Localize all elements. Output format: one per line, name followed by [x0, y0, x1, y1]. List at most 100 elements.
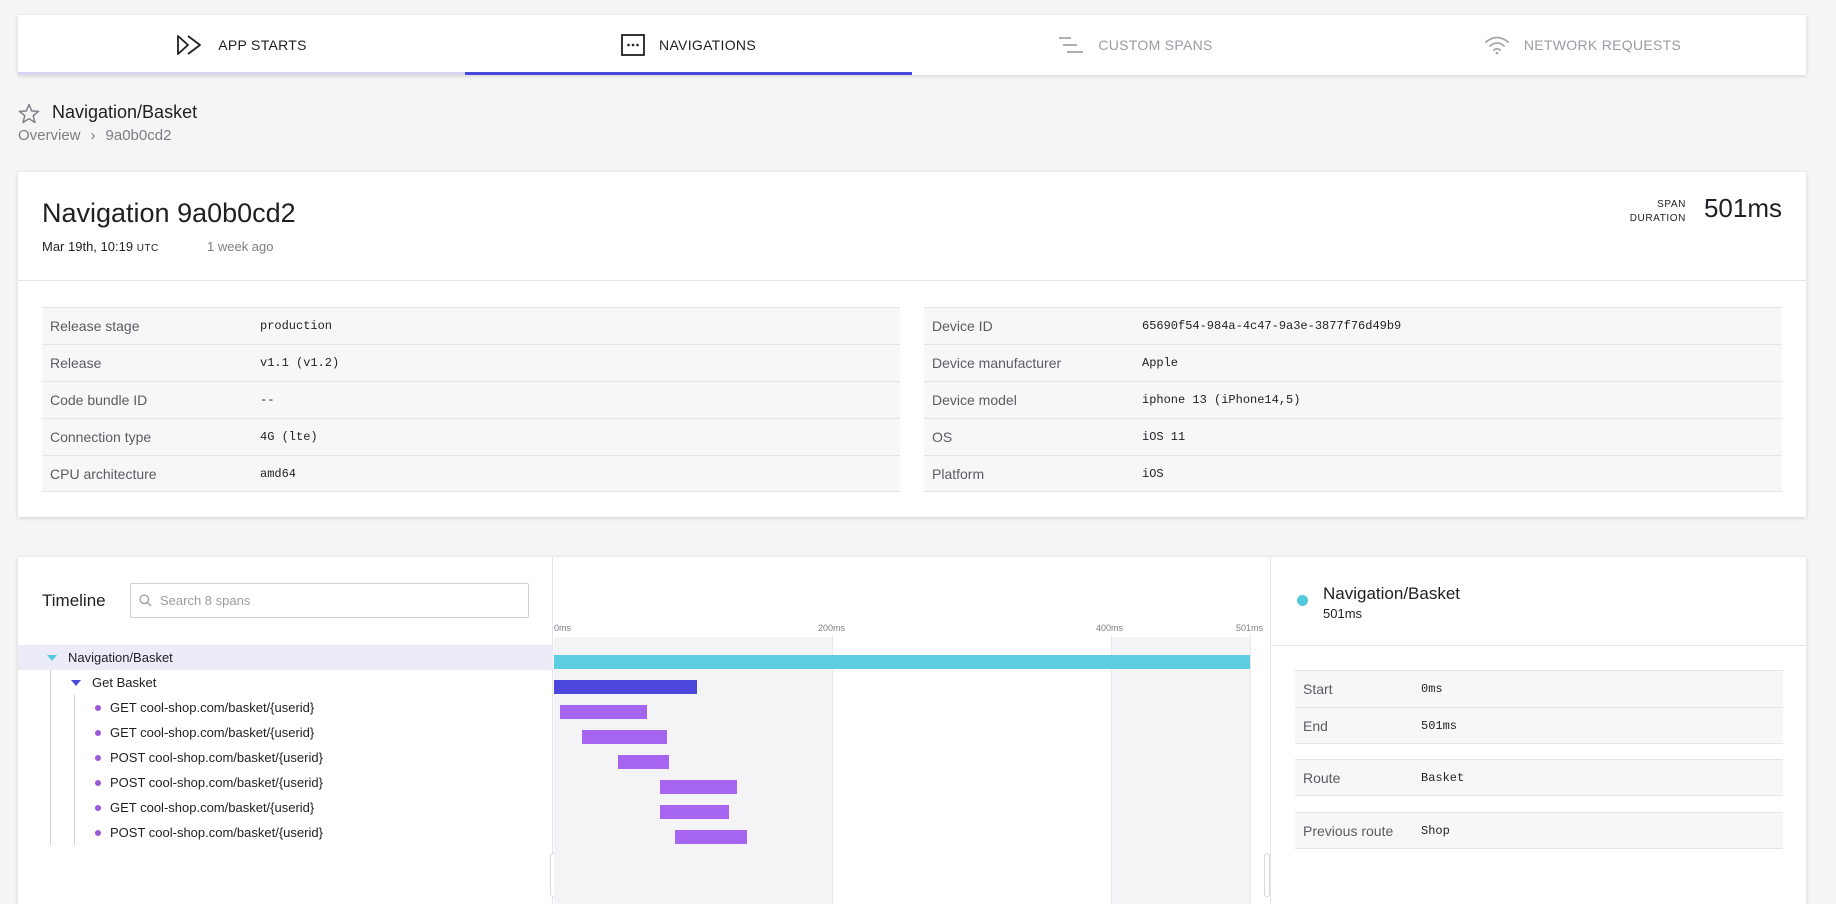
dotted-box-icon — [621, 34, 645, 56]
property-row: Platform iOS — [924, 455, 1782, 492]
span-row-network-request[interactable]: POST cool-shop.com/basket/{userid} — [18, 820, 553, 845]
span-row-get-basket[interactable]: Get Basket — [18, 670, 553, 695]
property-value: -- — [260, 393, 275, 407]
tab-label: NAVIGATIONS — [659, 37, 756, 53]
span-color-dot-icon — [1297, 595, 1308, 606]
span-name: GET cool-shop.com/basket/{userid} — [110, 800, 315, 815]
span-type-tabs: APP STARTS NAVIGATIONS CUSTOM SPANS NETW… — [18, 15, 1806, 75]
tab-custom-spans[interactable]: CUSTOM SPANS — [912, 15, 1359, 75]
detail-key: Previous route — [1303, 822, 1394, 839]
property-value: 65690f54-984a-4c47-9a3e-3877f76d49b9 — [1142, 319, 1402, 333]
property-value: production — [260, 319, 333, 333]
detail-row: Route Basket — [1295, 759, 1783, 796]
navigation-summary-card: Navigation 9a0b0cd2 Mar 19th, 10:19 UTC … — [18, 172, 1806, 517]
tab-network-requests[interactable]: NETWORK REQUESTS — [1359, 15, 1806, 75]
property-key: Device model — [932, 392, 1017, 408]
detail-value: Basket — [1421, 770, 1465, 785]
detail-row: End 501ms — [1295, 707, 1783, 744]
breadcrumb: Overview › 9a0b0cd2 — [18, 127, 171, 144]
star-icon[interactable] — [18, 103, 40, 125]
span-detail-title: Navigation/Basket — [1323, 584, 1461, 603]
property-row: Code bundle ID -- — [42, 381, 900, 418]
span-bar[interactable] — [674, 830, 748, 844]
wifi-icon — [1484, 36, 1509, 55]
navigation-title: Navigation 9a0b0cd2 — [42, 198, 296, 228]
span-duration-label-line1: SPAN — [1657, 199, 1686, 210]
property-value: iOS 11 — [1142, 430, 1186, 444]
span-duration-value: 501ms — [1703, 193, 1782, 223]
property-row: Device model iphone 13 (iPhone14,5) — [924, 381, 1782, 418]
detail-row: Previous route Shop — [1295, 812, 1783, 849]
span-row-network-request[interactable]: POST cool-shop.com/basket/{userid} — [18, 745, 553, 770]
span-row-network-request[interactable]: POST cool-shop.com/basket/{userid} — [18, 770, 553, 795]
span-row-network-request[interactable]: GET cool-shop.com/basket/{userid} — [18, 695, 553, 720]
span-bar[interactable] — [581, 730, 667, 744]
lines-icon — [1059, 37, 1084, 53]
span-bar[interactable] — [554, 655, 1250, 669]
play-forward-icon — [177, 35, 202, 55]
property-value: 4G (lte) — [260, 430, 318, 444]
tab-active-underline — [465, 72, 912, 75]
property-value: iOS — [1142, 466, 1164, 481]
span-search-input[interactable] — [160, 593, 520, 608]
span-dot-icon — [95, 754, 101, 761]
span-bar[interactable] — [554, 680, 698, 694]
span-row-network-request[interactable]: GET cool-shop.com/basket/{userid} — [18, 720, 553, 745]
navigation-timestamp: Mar 19th, 10:19 UTC — [42, 239, 159, 254]
navigation-date: Mar 19th, 10:19 — [42, 239, 134, 254]
span-row-navigation-basket[interactable]: Navigation/Basket — [18, 645, 553, 670]
breadcrumb-current: 9a0b0cd2 — [105, 127, 172, 144]
span-dot-icon — [95, 779, 101, 786]
span-dot-icon — [95, 729, 101, 736]
timeline-title: Timeline — [42, 591, 106, 610]
property-key: Release — [50, 355, 102, 371]
span-dot-icon — [95, 829, 101, 836]
property-value: Apple — [1142, 356, 1179, 370]
tab-label: APP STARTS — [218, 37, 307, 53]
divider — [1271, 645, 1806, 646]
span-name: GET cool-shop.com/basket/{userid} — [110, 725, 315, 740]
span-details-panel: Navigation/Basket 501ms Start 0ms End 501m… — [1270, 557, 1806, 904]
navigation-relative-time: 1 week ago — [207, 239, 274, 254]
span-bar[interactable] — [659, 780, 738, 794]
tab-label: CUSTOM SPANS — [1098, 37, 1213, 53]
release-properties-table: Release stage production Release v1.1 (v1.… — [42, 307, 900, 492]
span-name: Navigation/Basket — [68, 650, 173, 665]
span-duration-label-line2: DURATION — [1629, 213, 1686, 224]
search-icon — [139, 594, 152, 607]
detail-key: End — [1303, 717, 1328, 734]
detail-value: Shop — [1421, 823, 1450, 838]
span-search-box — [130, 583, 529, 618]
page-title: Navigation/Basket — [52, 102, 198, 122]
span-bar[interactable] — [617, 755, 670, 769]
property-key: Release stage — [50, 318, 140, 334]
property-row: Release v1.1 (v1.2) — [42, 344, 900, 381]
tab-app-starts[interactable]: APP STARTS — [18, 15, 465, 75]
span-detail-duration: 501ms — [1323, 606, 1363, 621]
property-row: Device ID 65690f54-984a-4c47-9a3e-3877f76… — [924, 307, 1782, 344]
waterfall-chart: 0ms 200ms 400ms 501ms — [554, 557, 1270, 904]
span-previous-route-table: Previous route Shop — [1295, 812, 1783, 849]
span-bar[interactable] — [559, 705, 648, 719]
tick-label: 200ms — [818, 623, 846, 633]
span-name: Get Basket — [92, 675, 157, 690]
divider — [18, 280, 1806, 281]
span-bar[interactable] — [659, 805, 730, 819]
property-value: amd64 — [260, 466, 297, 481]
span-row-network-request[interactable]: GET cool-shop.com/basket/{userid} — [18, 795, 553, 820]
device-properties-table: Device ID 65690f54-984a-4c47-9a3e-3877f76… — [924, 307, 1782, 492]
breadcrumb-overview-link[interactable]: Overview — [18, 127, 81, 144]
property-row: CPU architecture amd64 — [42, 455, 900, 492]
detail-value: 0ms — [1421, 682, 1443, 696]
span-tree: Navigation/Basket Get Basket GET cool-sh… — [18, 645, 553, 845]
span-timing-table: Start 0ms End 501ms — [1295, 670, 1783, 744]
property-key: Code bundle ID — [50, 392, 148, 408]
detail-key: Start — [1303, 681, 1333, 697]
tab-navigations[interactable]: NAVIGATIONS — [465, 15, 912, 75]
property-key: OS — [932, 429, 953, 445]
collapse-caret-icon[interactable] — [71, 679, 81, 686]
tick-label: 0ms — [554, 623, 572, 633]
detail-value: 501ms — [1421, 718, 1458, 733]
span-dot-icon — [95, 804, 101, 811]
collapse-caret-icon[interactable] — [47, 654, 57, 661]
